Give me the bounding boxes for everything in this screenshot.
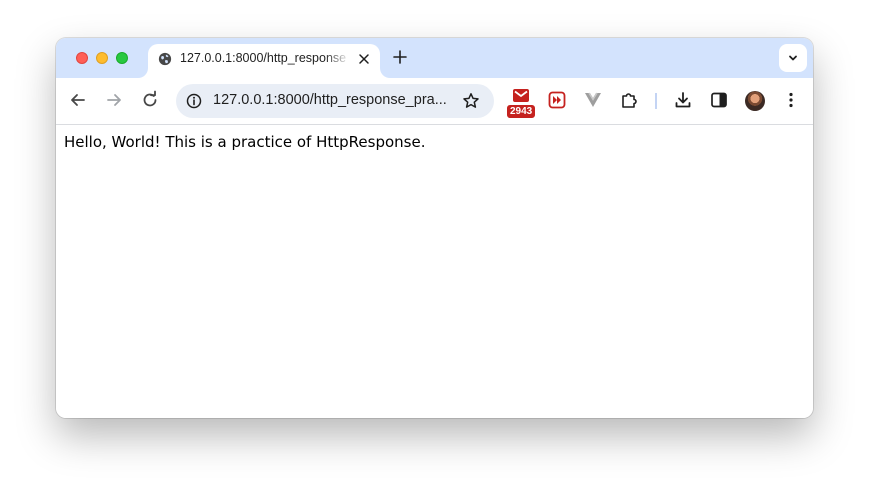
reload-icon[interactable]	[140, 90, 160, 110]
page-body-text: Hello, World! This is a practice of Http…	[64, 133, 426, 151]
window-close-button[interactable]	[76, 52, 88, 64]
url-text[interactable]: 127.0.0.1:8000/http_response_pra...	[213, 92, 447, 108]
browser-window: 127.0.0.1:8000/http_response 127.0.0.1:8…	[56, 38, 813, 418]
tab-strip: 127.0.0.1:8000/http_response	[56, 38, 813, 78]
download-icon[interactable]	[673, 90, 693, 110]
toolbar: 127.0.0.1:8000/http_response_pra... 2943	[56, 78, 813, 125]
avatar[interactable]	[745, 91, 765, 111]
tab-active[interactable]: 127.0.0.1:8000/http_response	[148, 44, 380, 78]
window-maximize-button[interactable]	[116, 52, 128, 64]
mail-badge: 2943	[506, 104, 537, 119]
star-icon[interactable]	[462, 92, 480, 110]
page-content: Hello, World! This is a practice of Http…	[56, 125, 813, 418]
new-tab-button[interactable]	[392, 49, 408, 65]
info-icon[interactable]	[186, 93, 202, 109]
more-icon[interactable]	[781, 90, 801, 110]
close-icon[interactable]	[358, 53, 370, 65]
globe-icon	[158, 52, 172, 66]
puzzle-extensions-icon[interactable]	[619, 90, 639, 110]
forward-icon[interactable]	[104, 90, 124, 110]
tab-search-button[interactable]	[779, 44, 807, 72]
address-bar[interactable]: 127.0.0.1:8000/http_response_pra...	[176, 84, 494, 118]
mail-extension-icon[interactable]	[511, 86, 531, 106]
back-icon[interactable]	[68, 90, 88, 110]
toolbar-divider	[655, 93, 657, 109]
tab-title: 127.0.0.1:8000/http_response	[180, 51, 347, 65]
side-panel-icon[interactable]	[709, 90, 729, 110]
vue-extension-icon[interactable]	[583, 90, 603, 110]
fast-forward-extension-icon[interactable]	[547, 90, 567, 110]
chevron-down-icon	[789, 55, 797, 61]
window-minimize-button[interactable]	[96, 52, 108, 64]
